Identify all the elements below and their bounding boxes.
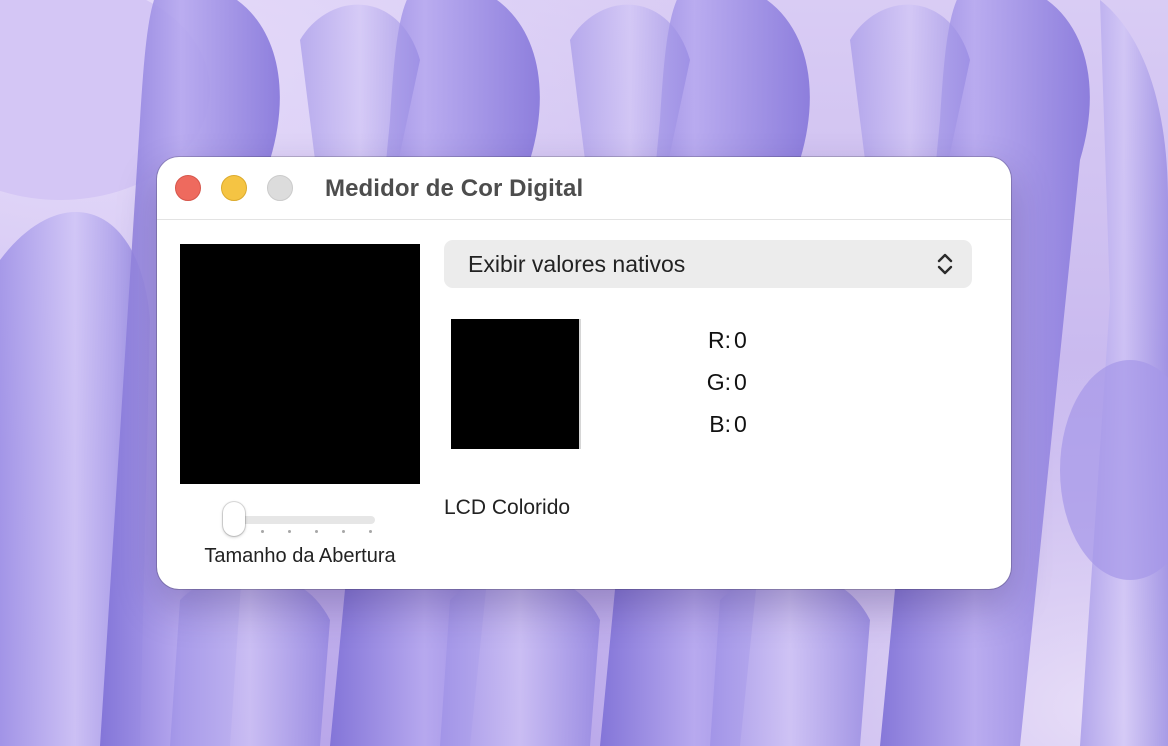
title-bar[interactable]: Medidor de Cor Digital	[157, 157, 1011, 220]
slider-track[interactable]	[233, 516, 375, 524]
zoom-window-button	[267, 175, 293, 201]
window-title: Medidor de Cor Digital	[325, 175, 584, 202]
blue-label: B:	[709, 411, 731, 437]
red-label: R:	[708, 327, 731, 353]
popup-selected-value: Exibir valores nativos	[468, 251, 686, 277]
slider-tick	[261, 530, 264, 533]
chevron-up-down-icon	[937, 253, 953, 275]
readout-row-red: R: 0	[687, 327, 797, 369]
blue-value: 0	[734, 411, 747, 437]
green-label: G:	[706, 369, 731, 395]
slider-tick	[288, 530, 291, 533]
slider-tick	[315, 530, 318, 533]
aperture-size-slider[interactable]	[223, 501, 379, 537]
green-value: 0	[734, 369, 747, 395]
aperture-magnifier-view	[180, 244, 420, 484]
digital-color-meter-window: Medidor de Cor Digital Tamanho da Abertu…	[157, 157, 1011, 589]
minimize-window-button[interactable]	[221, 175, 247, 201]
aperture-size-label: Tamanho da Abertura	[204, 545, 396, 567]
readout-row-blue: B: 0	[687, 411, 797, 453]
slider-tick	[342, 530, 345, 533]
readout-row-green: G: 0	[687, 369, 797, 411]
red-value: 0	[734, 327, 747, 353]
display-profile-label: LCD Colorido	[444, 496, 571, 519]
display-values-popup[interactable]: Exibir valores nativos	[444, 240, 972, 288]
slider-thumb[interactable]	[223, 502, 245, 536]
color-sample-swatch	[451, 319, 581, 449]
rgb-readout: R: 0 G: 0 B: 0	[687, 327, 797, 453]
slider-tick	[369, 530, 372, 533]
close-window-button[interactable]	[175, 175, 201, 201]
